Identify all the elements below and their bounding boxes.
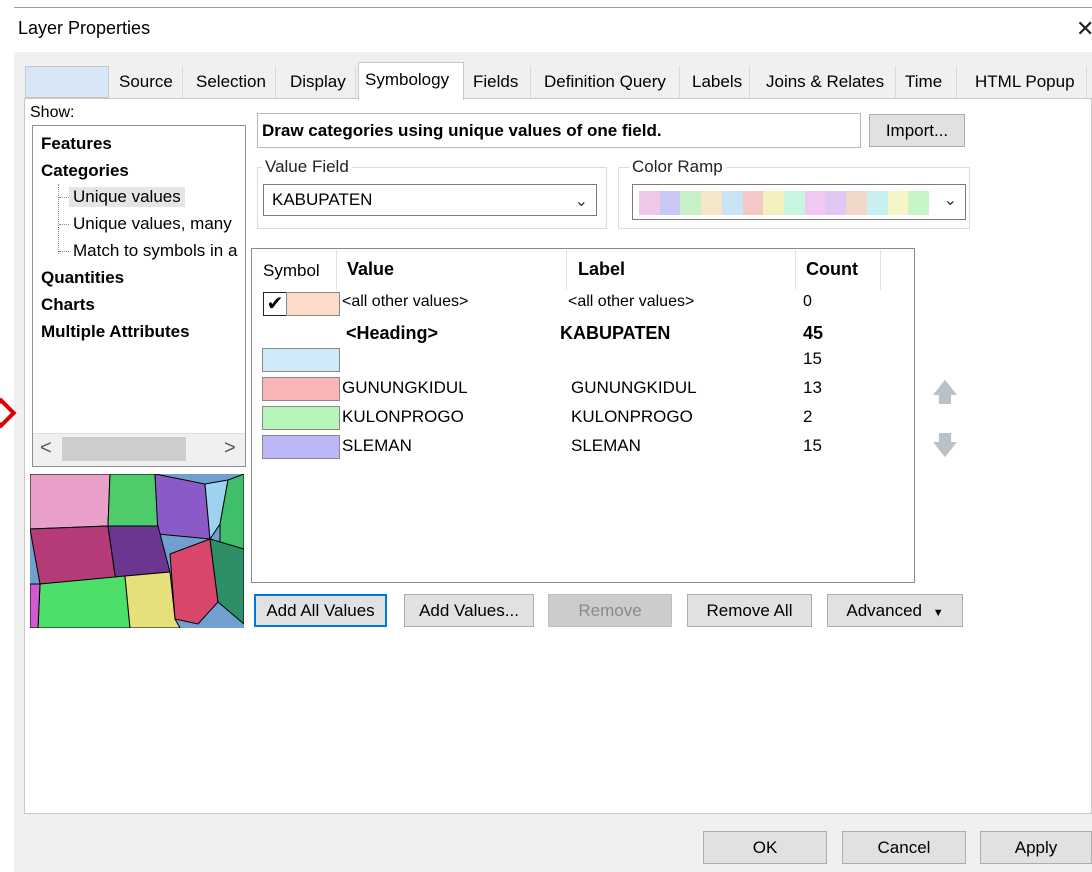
color-ramp-swatch [680, 191, 702, 215]
row-count[interactable]: 2 [803, 407, 812, 427]
color-ramp-swatch [846, 191, 867, 215]
row-value[interactable]: <Heading> [346, 323, 438, 344]
tree-scroll-thumb[interactable] [62, 437, 186, 461]
color-ramp-swatch [804, 191, 826, 215]
color-ramp-swatch [784, 191, 805, 215]
show-tree: Features Categories Unique values Unique… [32, 125, 246, 467]
import-button[interactable]: Import... [869, 114, 965, 147]
color-ramp-preview [639, 191, 930, 215]
tree-item-match-to-symbols[interactable]: Match to symbols in a [73, 241, 237, 261]
tree-item-charts[interactable]: Charts [41, 295, 95, 315]
ok-button[interactable]: OK [703, 831, 827, 864]
row-label[interactable]: KABUPATEN [560, 323, 670, 344]
chevron-down-icon[interactable]: ⌄ [575, 187, 588, 217]
color-ramp-swatch [742, 191, 764, 215]
symbology-preview-map [30, 474, 244, 628]
row-count[interactable]: 15 [803, 349, 822, 369]
value-field-legend: Value Field [262, 157, 352, 177]
row-symbol-swatch[interactable] [262, 406, 340, 430]
tab-labels[interactable]: Labels [686, 66, 750, 98]
row-value[interactable]: SLEMAN [342, 436, 412, 456]
column-header-value[interactable]: Value [347, 259, 394, 280]
color-ramp-select[interactable]: ⌄ [632, 184, 966, 220]
color-ramp-swatch [701, 191, 722, 215]
advanced-button[interactable]: Advanced ▼ [827, 594, 963, 627]
color-ramp-swatch [908, 191, 930, 215]
window-top-border [14, 7, 1092, 8]
row-label[interactable]: GUNUNGKIDUL [571, 378, 697, 398]
tab-selection[interactable]: Selection [190, 66, 276, 98]
chevron-down-icon[interactable]: ⌄ [944, 190, 957, 210]
tab-joins-relates[interactable]: Joins & Relates [760, 66, 896, 98]
tab-html-popup[interactable]: HTML Popup [969, 66, 1087, 98]
tree-item-multiple-attributes[interactable]: Multiple Attributes [41, 322, 190, 342]
row-count[interactable]: 0 [803, 293, 812, 311]
row-count[interactable]: 13 [803, 378, 822, 398]
tree-item-features[interactable]: Features [41, 134, 112, 154]
move-down-arrow-icon[interactable]: 🡇 [928, 428, 962, 462]
scroll-right-arrow-icon[interactable]: > [224, 437, 236, 460]
remove-all-button[interactable]: Remove All [687, 594, 812, 627]
tree-item-unique-values-many[interactable]: Unique values, many [73, 214, 232, 234]
apply-button[interactable]: Apply [980, 831, 1092, 864]
tab-fields[interactable]: Fields [467, 66, 531, 98]
add-values-button[interactable]: Add Values... [404, 594, 534, 627]
row-visibility-checkbox[interactable]: ✔ [263, 292, 287, 316]
row-count[interactable]: 45 [803, 323, 823, 344]
row-value[interactable]: GUNUNGKIDUL [342, 378, 468, 398]
row-symbol-swatch[interactable] [286, 292, 340, 316]
row-label[interactable]: SLEMAN [571, 436, 641, 456]
cancel-button[interactable]: Cancel [842, 831, 966, 864]
tree-item-quantities[interactable]: Quantities [41, 268, 124, 288]
tab-time[interactable]: Time [899, 66, 957, 98]
remove-button[interactable]: Remove [548, 594, 672, 627]
show-label: Show: [30, 104, 75, 121]
tree-item-categories[interactable]: Categories [41, 161, 129, 181]
column-header-label[interactable]: Label [578, 259, 625, 280]
color-ramp-swatch [825, 191, 847, 215]
row-value[interactable]: KULONPROGO [342, 407, 464, 427]
color-ramp-swatch [639, 191, 660, 215]
window-title: Layer Properties [18, 18, 151, 38]
advanced-label: Advanced [846, 601, 922, 620]
row-value[interactable]: <all other values> [342, 293, 468, 311]
tab-general[interactable] [25, 66, 109, 98]
color-ramp-legend: Color Ramp [629, 157, 726, 177]
tab-display[interactable]: Display [284, 66, 356, 98]
color-ramp-swatch [763, 191, 785, 215]
tab-symbology[interactable]: Symbology [358, 62, 464, 100]
row-symbol-swatch[interactable] [262, 435, 340, 459]
row-count[interactable]: 15 [803, 436, 822, 456]
tree-item-unique-values[interactable]: Unique values [69, 187, 185, 207]
color-ramp-swatch [866, 191, 888, 215]
row-symbol-swatch[interactable] [262, 348, 340, 372]
tab-source[interactable]: Source [113, 66, 183, 98]
tab-definition-query[interactable]: Definition Query [538, 66, 680, 98]
move-up-arrow-icon[interactable]: 🡅 [928, 375, 962, 409]
color-ramp-swatch [721, 191, 743, 215]
row-label[interactable]: <all other values> [568, 293, 694, 311]
row-symbol-swatch[interactable] [262, 377, 340, 401]
column-header-symbol[interactable]: Symbol [263, 261, 320, 281]
scroll-left-arrow-icon[interactable]: < [40, 437, 52, 460]
value-field-selected: KABUPATEN [272, 190, 373, 209]
symbology-description: Draw categories using unique values of o… [257, 113, 861, 148]
add-all-values-button[interactable]: Add All Values [254, 594, 387, 627]
row-label[interactable]: KULONPROGO [571, 407, 693, 427]
color-ramp-swatch [887, 191, 909, 215]
value-field-select[interactable]: KABUPATEN ⌄ [263, 184, 597, 216]
dropdown-arrow-icon: ▼ [932, 607, 944, 619]
close-icon[interactable]: ✕ [1076, 16, 1092, 42]
color-ramp-swatch [659, 191, 681, 215]
column-header-count[interactable]: Count [806, 259, 858, 280]
